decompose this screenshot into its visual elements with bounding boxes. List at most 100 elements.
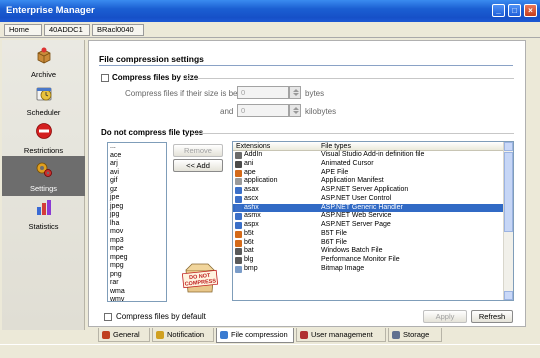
file-type-icon	[235, 257, 242, 264]
list-item[interactable]: mpeg	[108, 254, 166, 263]
table-row[interactable]: asmx ASP.NET Web Service	[233, 212, 513, 221]
cell-extension: b6t	[244, 238, 254, 246]
cell-extension: AddIn	[244, 151, 263, 158]
breadcrumb-server[interactable]: 40ADDC1	[44, 24, 90, 36]
list-item[interactable]: png	[108, 271, 166, 280]
table-row[interactable]: aspx ASP.NET Server Page	[233, 221, 513, 230]
cell-file-type: ASP.NET User Control	[321, 194, 392, 202]
list-item[interactable]: mpe	[108, 245, 166, 254]
list-item[interactable]: avi	[108, 169, 166, 178]
tab-label: User management	[311, 330, 373, 339]
compress-by-size-checkbox[interactable]	[101, 74, 109, 82]
table-row[interactable]: application Application Manifest	[233, 177, 513, 186]
tab-general[interactable]: General	[98, 328, 150, 342]
close-icon[interactable]: ×	[524, 4, 537, 17]
cell-extension: asmx	[244, 212, 261, 220]
table-row[interactable]: bat Windows Batch File	[233, 247, 513, 256]
table-row[interactable]: bmp Bitmap Image	[233, 265, 513, 274]
sidebar-item-scheduler[interactable]: Scheduler	[2, 82, 85, 118]
cell-extension: asax	[244, 186, 259, 193]
general-icon	[102, 331, 110, 339]
list-item[interactable]: rar	[108, 279, 166, 288]
file-compression-icon	[220, 331, 228, 339]
sidebar-item-archive[interactable]: Archive	[2, 44, 85, 80]
list-item[interactable]: jpeg	[108, 203, 166, 212]
notification-icon	[156, 331, 164, 339]
list-item[interactable]: ...	[108, 143, 166, 152]
file-types-table[interactable]: Extensions File types AddIn Visual Studio…	[232, 141, 514, 301]
list-item[interactable]: mpg	[108, 262, 166, 271]
settings-gear-icon	[36, 162, 52, 177]
sidebar-item-restrictions[interactable]: Restrictions	[2, 120, 85, 156]
breadcrumb-account[interactable]: BRacl0040	[92, 24, 144, 36]
storage-icon	[392, 331, 400, 339]
max-size-input[interactable]: 0	[237, 104, 289, 117]
tab-user-management[interactable]: User management	[296, 328, 386, 342]
list-item[interactable]: mp3	[108, 237, 166, 246]
list-item[interactable]: wma	[108, 288, 166, 297]
table-row[interactable]: blg Performance Monitor File	[233, 256, 513, 265]
cell-extension: b5t	[244, 229, 254, 237]
column-extensions[interactable]: Extensions	[236, 142, 270, 151]
settings-tabs: General Notification File compression User …	[88, 328, 538, 344]
scroll-thumb[interactable]	[504, 152, 513, 232]
file-type-icon	[235, 204, 242, 212]
file-type-icon	[235, 248, 242, 256]
table-row[interactable]: asax ASP.NET Server Application	[233, 186, 513, 195]
list-item[interactable]: arj	[108, 160, 166, 169]
table-row[interactable]: ashx ASP.NET Generic Handler	[233, 203, 513, 213]
list-item[interactable]: wmv	[108, 296, 166, 301]
status-bar	[0, 344, 540, 358]
max-size-stepper[interactable]	[289, 104, 301, 117]
apply-button[interactable]: Apply	[423, 310, 467, 323]
tab-file-compression[interactable]: File compression	[216, 328, 294, 343]
scroll-down-icon[interactable]	[504, 291, 513, 300]
table-row[interactable]: ape APE File	[233, 169, 513, 178]
table-row[interactable]: ascx ASP.NET User Control	[233, 195, 513, 204]
maximize-icon[interactable]: □	[508, 4, 521, 17]
page-title: File compression settings	[99, 54, 204, 64]
cell-extension: ascx	[244, 194, 259, 202]
sidebar-item-settings[interactable]: Settings	[2, 156, 85, 196]
tab-label: File compression	[231, 330, 288, 339]
remove-button[interactable]: Remove	[173, 144, 223, 157]
file-type-icon	[235, 265, 242, 273]
list-item[interactable]: lha	[108, 220, 166, 229]
cell-file-type: Animated Cursor	[321, 159, 374, 167]
breadcrumb-home[interactable]: Home	[4, 24, 42, 36]
list-item[interactable]: jpe	[108, 194, 166, 203]
cell-file-type: Application Manifest	[321, 177, 384, 185]
cell-file-type: ASP.NET Server Application	[321, 186, 409, 193]
table-row[interactable]: ani Animated Cursor	[233, 160, 513, 169]
scroll-up-icon[interactable]	[504, 142, 513, 151]
add-button[interactable]: << Add	[173, 159, 223, 172]
tab-notification[interactable]: Notification	[152, 328, 214, 342]
table-row[interactable]: AddIn Visual Studio Add-in definition fil…	[233, 151, 513, 160]
excluded-types-list[interactable]: ... ace arj avi gif gz jpe jpeg jpg lha mov mp3 mpe m…	[107, 142, 167, 302]
list-item[interactable]: jpg	[108, 211, 166, 220]
tab-storage[interactable]: Storage	[388, 328, 442, 342]
table-row[interactable]: b6t B6T File	[233, 239, 513, 248]
compress-by-default-checkbox[interactable]	[104, 313, 112, 321]
minimize-icon[interactable]: _	[492, 4, 505, 17]
list-item[interactable]: gz	[108, 186, 166, 195]
sidebar-item-label: Scheduler	[26, 108, 61, 117]
window-title: Enterprise Manager	[6, 5, 95, 16]
list-item[interactable]: ace	[108, 152, 166, 161]
min-size-stepper[interactable]	[289, 86, 301, 99]
table-scrollbar[interactable]	[503, 142, 513, 300]
cell-extension: bat	[244, 247, 254, 255]
cell-extension: ape	[244, 168, 256, 176]
file-type-icon	[235, 195, 242, 203]
file-type-icon	[235, 213, 242, 221]
sidebar-item-statistics[interactable]: Statistics	[2, 196, 85, 232]
table-row[interactable]: b5t B5T File	[233, 230, 513, 239]
refresh-button[interactable]: Refresh	[471, 310, 513, 323]
column-file-types[interactable]: File types	[321, 142, 351, 151]
cell-extension: aspx	[244, 221, 259, 228]
list-item[interactable]: mov	[108, 228, 166, 237]
min-size-input[interactable]: 0	[237, 86, 289, 99]
compress-by-default-label: Compress files by default	[116, 312, 206, 321]
file-type-icon	[235, 169, 242, 177]
list-item[interactable]: gif	[108, 177, 166, 186]
